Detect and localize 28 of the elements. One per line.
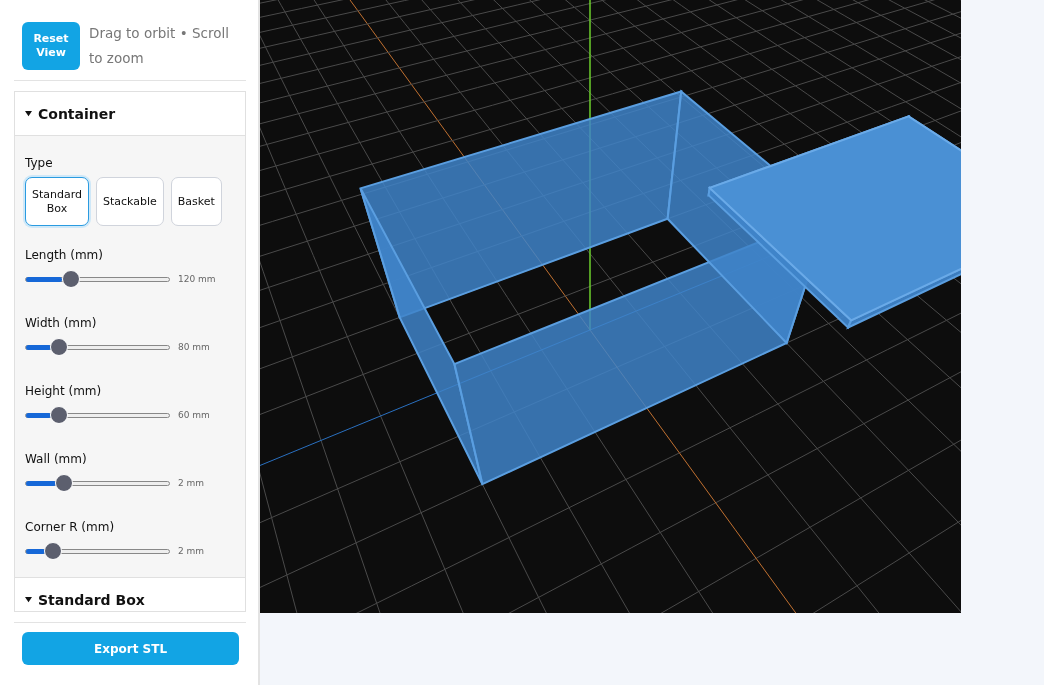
slider[interactable]: [25, 405, 170, 425]
slider-thumb[interactable]: [50, 338, 69, 356]
slider-value: 2 mm: [178, 478, 205, 488]
slider-thumb[interactable]: [44, 542, 63, 560]
slider-label: Width (mm): [25, 316, 98, 330]
type-label: Type: [25, 156, 54, 170]
hint-text: Drag to orbit • Scroll to zoom: [89, 24, 230, 68]
slider-label: Length (mm): [25, 248, 104, 262]
slider-label: Height (mm): [25, 384, 103, 398]
slider-thumb[interactable]: [55, 474, 74, 492]
type-option-button[interactable]: Standard Box: [25, 177, 89, 226]
3d-scene-drawing[interactable]: [260, 0, 961, 613]
type-option-button[interactable]: Basket: [170, 177, 222, 226]
slider-value: 120 mm: [178, 274, 216, 284]
caret-icon: [25, 596, 32, 603]
slider-value: 2 mm: [178, 546, 205, 556]
slider-value: 60 mm: [178, 410, 210, 420]
slider[interactable]: [25, 337, 170, 357]
caret-icon: [25, 110, 32, 117]
slider[interactable]: [25, 269, 170, 289]
type-option-button[interactable]: Stackable: [96, 177, 164, 226]
slider-value: 80 mm: [178, 342, 210, 352]
slider-label: Corner R (mm): [25, 520, 116, 534]
slider-thumb[interactable]: [50, 406, 69, 424]
slider-label: Wall (mm): [25, 452, 88, 466]
slider[interactable]: [25, 541, 170, 561]
slider[interactable]: [25, 473, 170, 493]
slider-thumb[interactable]: [61, 270, 80, 288]
